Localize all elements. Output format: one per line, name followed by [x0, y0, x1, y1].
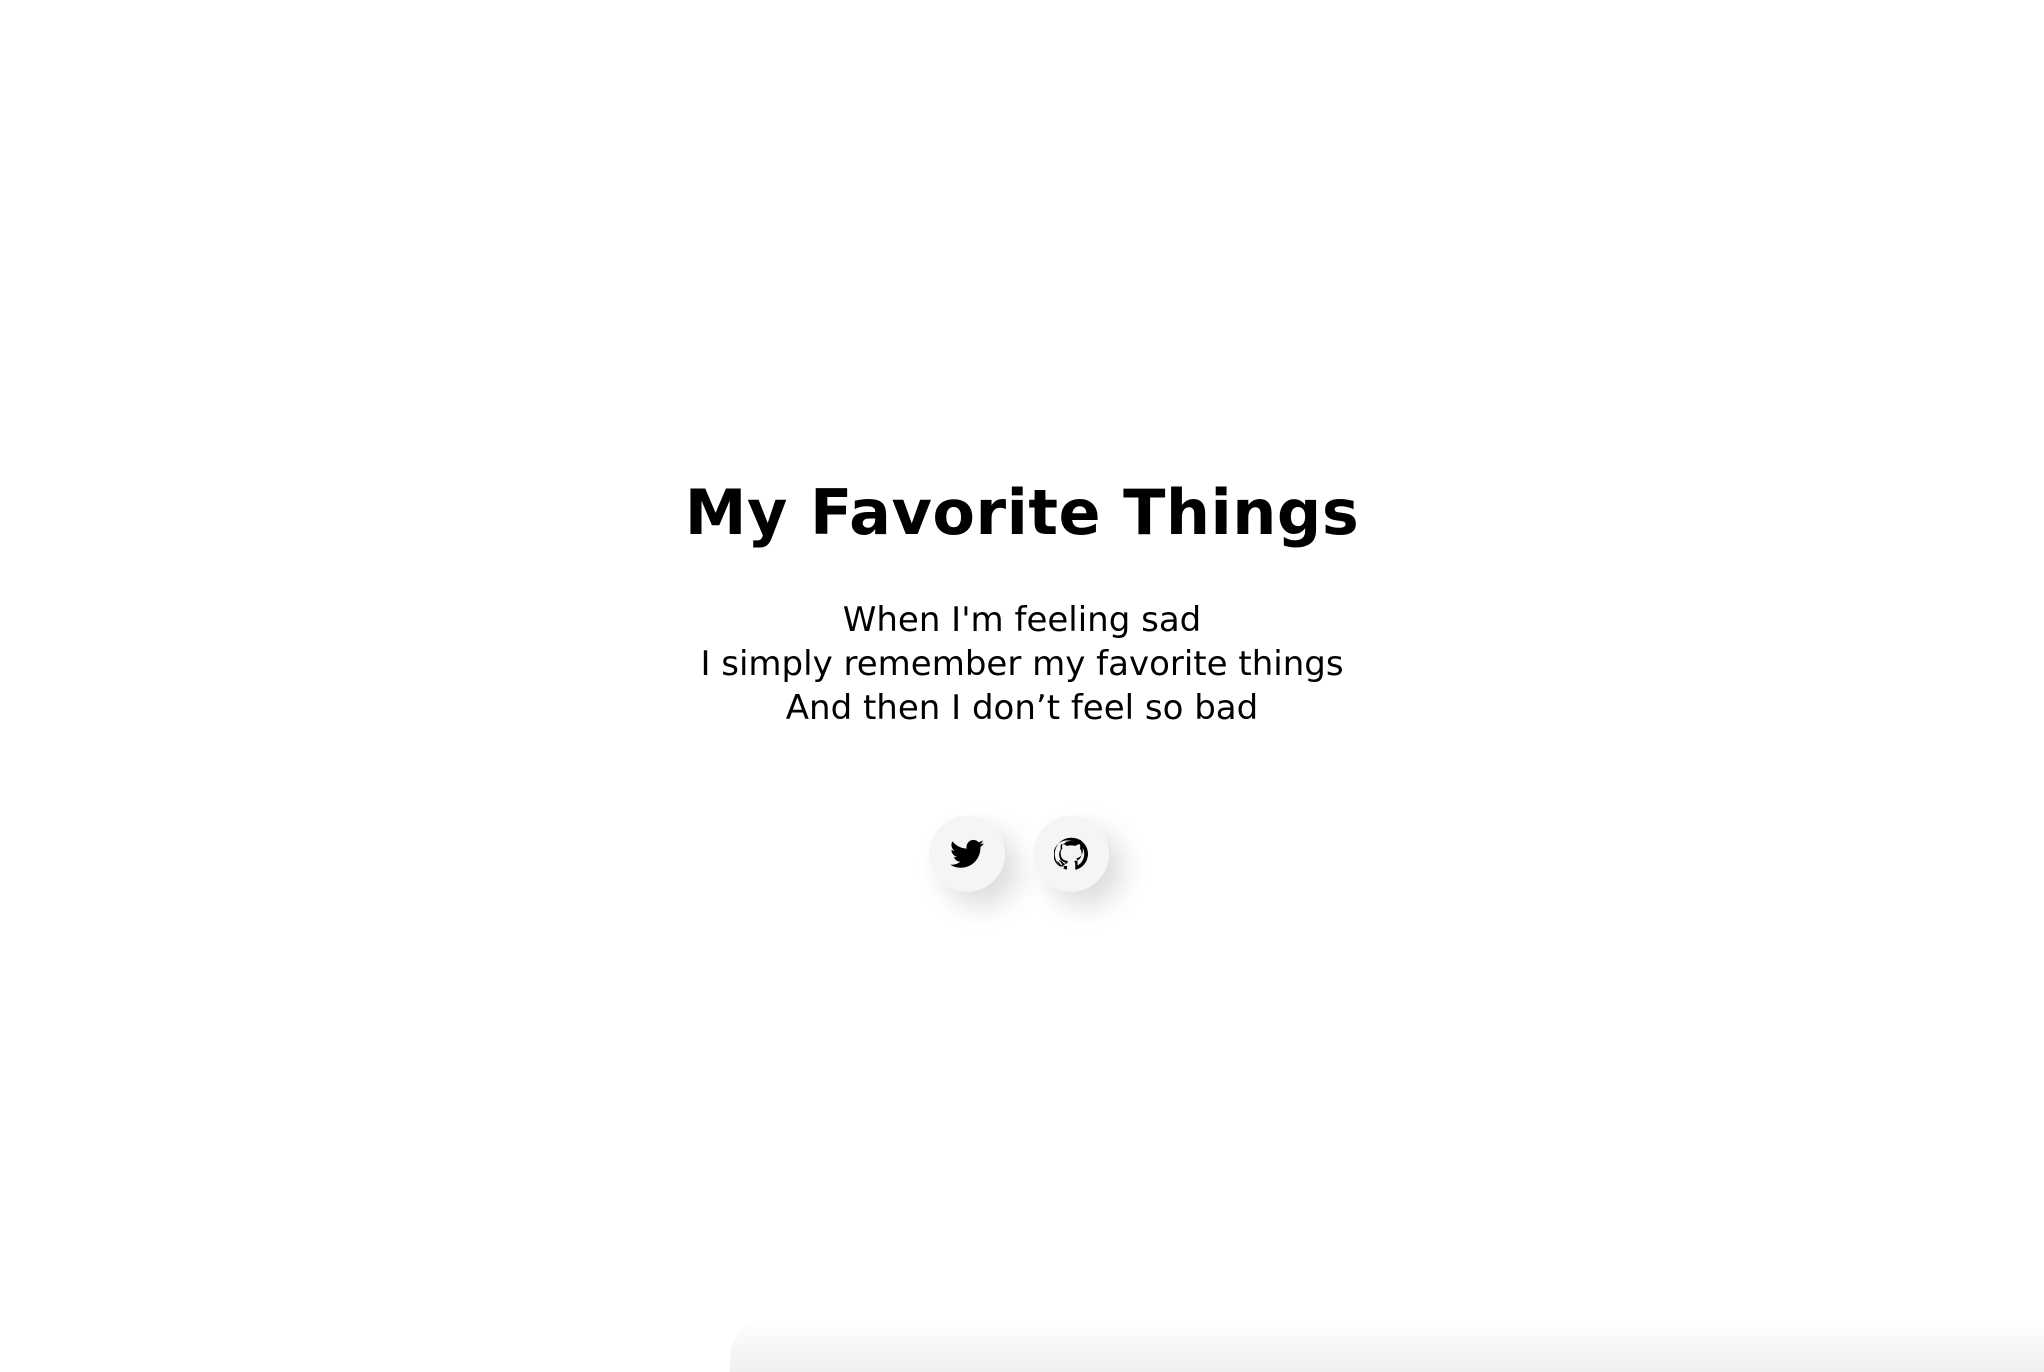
twitter-button[interactable] [929, 816, 1005, 892]
bottom-shadow-overlay [730, 1318, 2044, 1372]
github-button[interactable] [1033, 816, 1109, 892]
lyric-line-1: When I'm feeling sad [842, 600, 1202, 640]
lyric-line-3: And then I don’t feel so bad [785, 688, 1259, 728]
social-links [0, 816, 2044, 892]
lyric-line-2: I simply remember my favorite things [700, 644, 1344, 684]
page-title: My Favorite Things [684, 476, 1360, 549]
twitter-icon [950, 839, 984, 869]
lyrics-block: When I'm feeling sad I simply remember m… [0, 598, 2044, 730]
github-icon [1054, 837, 1088, 871]
hero-section: My Favorite Things When I'm feeling sad … [0, 0, 2044, 1372]
